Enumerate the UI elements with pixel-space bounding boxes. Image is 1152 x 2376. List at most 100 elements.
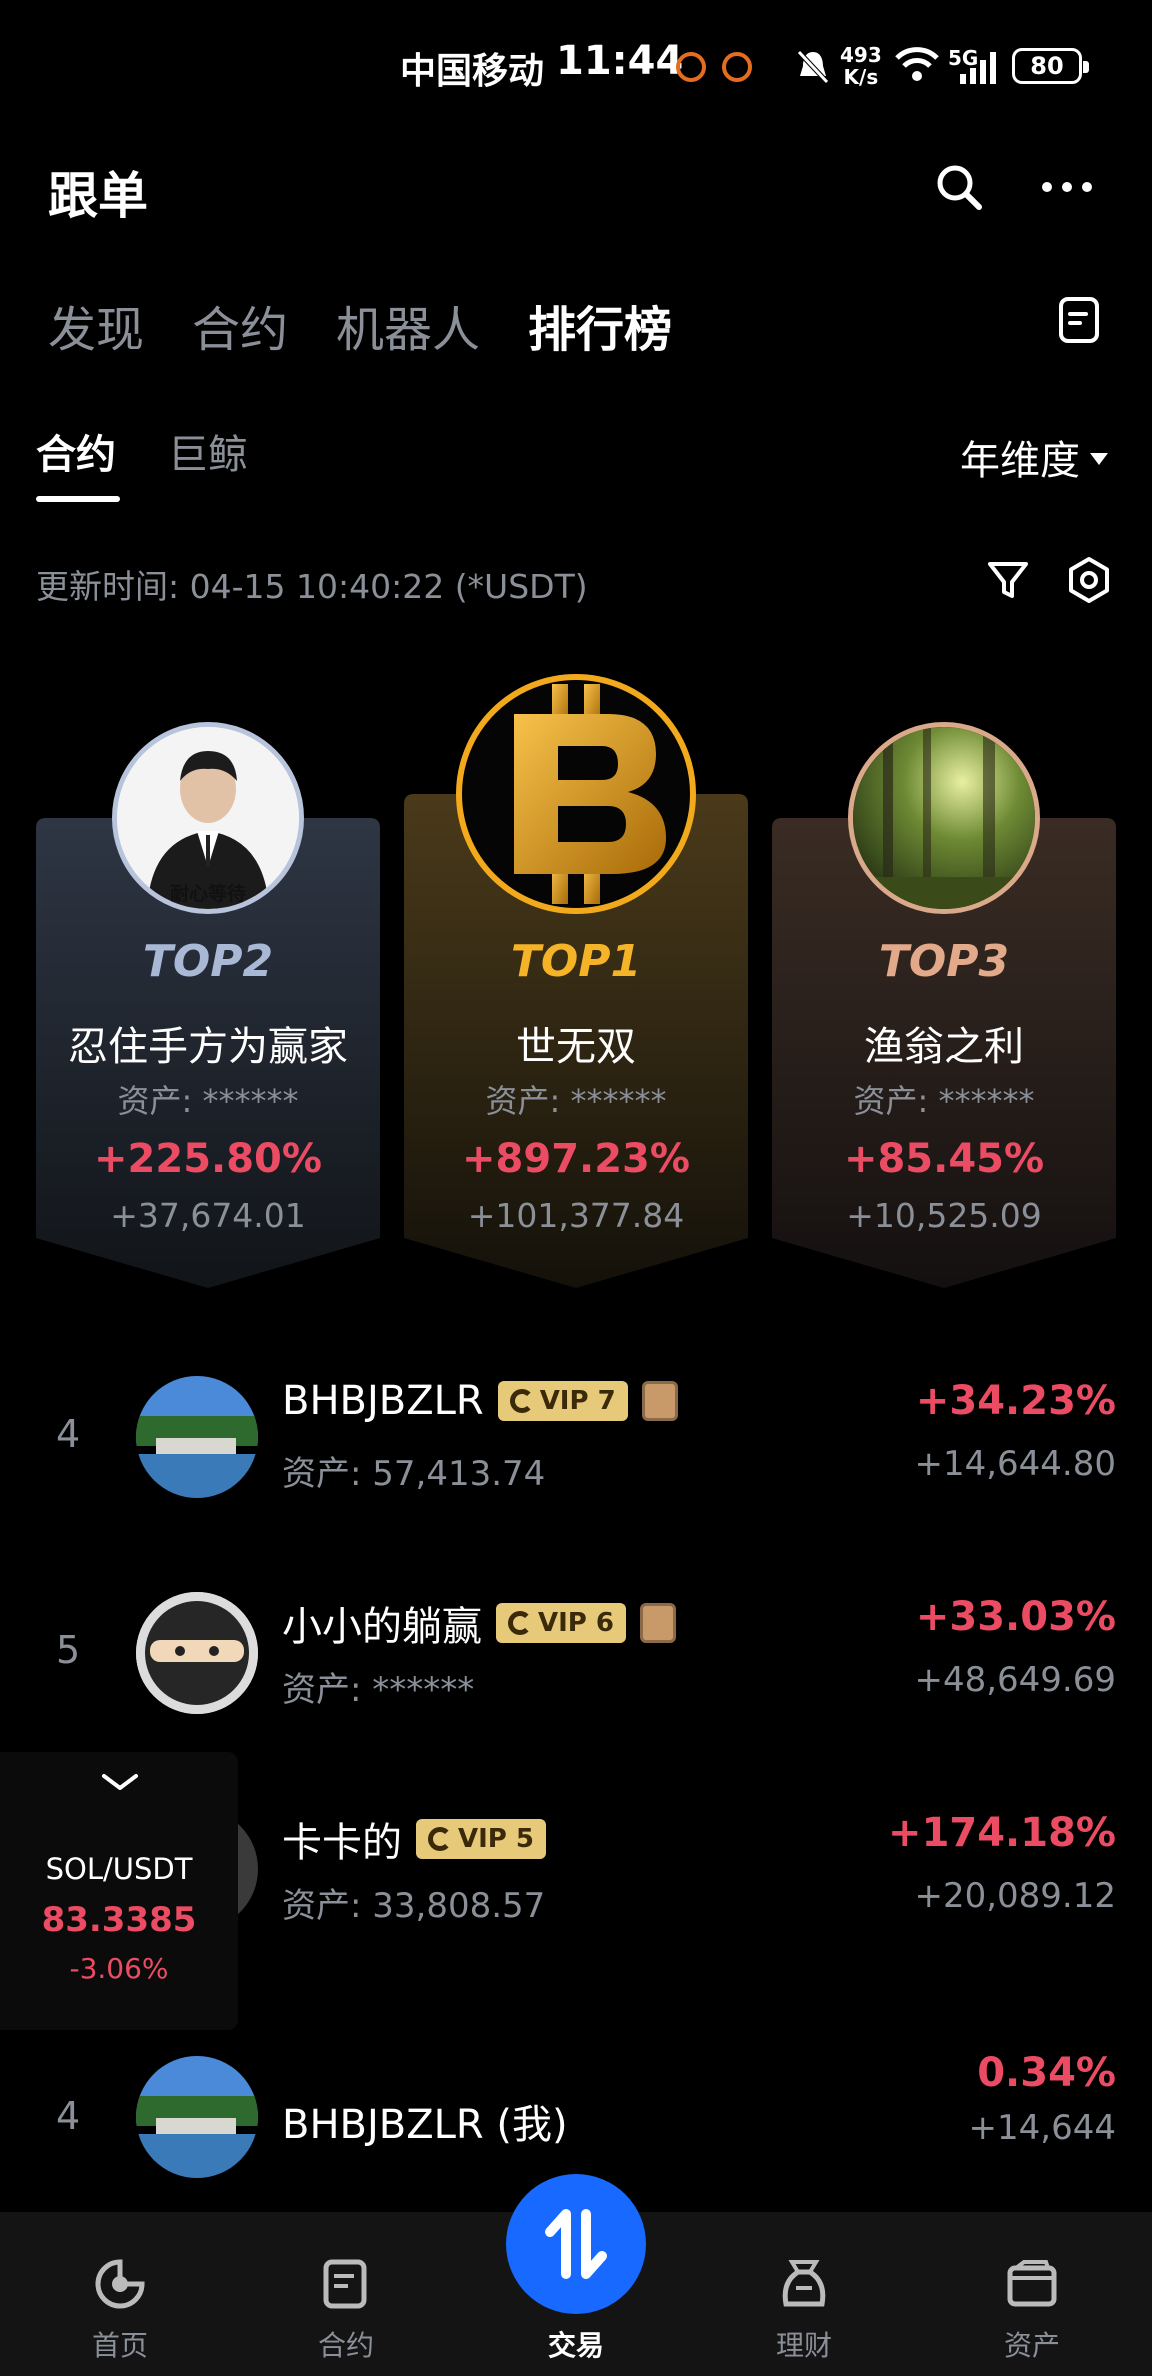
profit-percent: +85.45% (843, 1136, 1045, 1182)
avatar (136, 2056, 258, 2178)
trader-asset: 资产: 33,808.57 (282, 1886, 546, 1926)
profit-amount: +37,674.01 (110, 1196, 306, 1235)
profit-amount: +14,644 (968, 2108, 1116, 2148)
trader-name-line: BHBJBZLR VIP 7 (282, 1378, 678, 1424)
avatar (136, 1592, 258, 1714)
update-time: 更新时间: 04-15 10:40:22 (*USDT) (36, 567, 588, 606)
trader-name: 忍住手方为赢家 (68, 1024, 348, 1070)
ticker-change: -3.06% (69, 1952, 169, 1985)
profit-percent: +897.23% (462, 1136, 690, 1182)
forest-avatar-image (853, 727, 1035, 909)
nav-assets[interactable]: 资产 (932, 2212, 1132, 2376)
subtab-whale[interactable]: 巨鲸 (168, 422, 248, 480)
notification-icon (676, 52, 706, 82)
trader-name: BHBJBZLR (我) (282, 2102, 568, 2148)
nav-label: 交易 (547, 2329, 604, 2362)
leaderboard-row[interactable]: 4 BHBJBZLR VIP 7 资产: 57,413.74 +34.23% +… (0, 1360, 1152, 1520)
profit-amount: +10,525.09 (846, 1196, 1042, 1235)
vip-icon (508, 1611, 532, 1635)
trader-name: 卡卡的 (282, 1820, 402, 1866)
avatar[interactable] (848, 722, 1040, 914)
avatar (136, 1376, 258, 1498)
nav-label: 合约 (317, 2329, 374, 2362)
profit-amount: +14,644.80 (914, 1444, 1116, 1484)
ninja-avatar-image (136, 1592, 258, 1714)
avatar[interactable]: 耐心等待 (112, 722, 304, 914)
home-icon (95, 2259, 145, 2309)
carrier-name: 中国移动 (400, 51, 545, 92)
wallet-icon (1007, 2260, 1057, 2307)
nav-label: 资产 (1003, 2329, 1060, 2362)
vip-icon (509, 1389, 534, 1413)
page-title: 跟单 (48, 167, 148, 225)
caret-down-icon (1090, 453, 1108, 465)
trader-name-line: 小小的躺赢 VIP 6 (282, 1594, 676, 1652)
more-icon[interactable] (1040, 170, 1094, 204)
profit-percent: 0.34% (977, 2050, 1116, 2096)
settings-icon[interactable] (1066, 556, 1112, 604)
wealth-icon (782, 2260, 826, 2307)
tab-leaderboard[interactable]: 排行榜 (528, 290, 672, 360)
medal-icon (640, 1603, 676, 1643)
trader-asset: 资产: ****** (485, 1082, 667, 1120)
document-icon[interactable] (1058, 296, 1100, 344)
main-tabs: 发现 合约 机器人 排行榜 (48, 290, 672, 360)
profit-amount: +101,377.84 (467, 1196, 685, 1235)
sub-tabs: 合约 巨鲸 (36, 422, 248, 480)
rank-number: 4 (56, 1412, 81, 1456)
ticker-pair: SOL/USDT (45, 1852, 193, 1886)
clock: 11:44 (556, 38, 684, 84)
notification-icon (722, 52, 752, 82)
trader-name-line: 卡卡的 VIP 5 (282, 1810, 546, 1868)
battery-icon: 80 (1012, 48, 1089, 84)
avatar-caption: 耐心等待 (169, 883, 246, 905)
filter-icon[interactable] (986, 558, 1030, 602)
nav-wealth[interactable]: 理财 (704, 2212, 904, 2376)
ticker-price: 83.3385 (41, 1900, 197, 1940)
net-speed: 493 K/s (840, 43, 882, 89)
rank-label: TOP2 (142, 936, 274, 987)
vip-badge: VIP 6 (496, 1603, 626, 1643)
contract-icon (323, 2259, 367, 2309)
period-selector[interactable]: 年维度 (960, 428, 1108, 486)
avatar[interactable] (456, 674, 696, 914)
profit-percent: +34.23% (915, 1378, 1116, 1424)
search-icon[interactable] (934, 162, 984, 212)
bitcoin-avatar-image (514, 684, 666, 904)
profit-amount: +20,089.12 (914, 1876, 1116, 1916)
tab-contract[interactable]: 合约 (192, 290, 288, 360)
profit-percent: +174.18% (888, 1810, 1116, 1856)
trader-asset: 资产: 57,413.74 (282, 1454, 546, 1494)
trade-button[interactable] (506, 2174, 646, 2314)
profit-percent: +33.03% (915, 1594, 1116, 1640)
period-label: 年维度 (960, 438, 1080, 484)
rank-number: 4 (56, 2094, 81, 2138)
wifi-icon (895, 47, 939, 81)
signal-icon (960, 52, 996, 84)
mute-bell-icon (797, 50, 829, 84)
floating-ticker[interactable]: SOL/USDT 83.3385 -3.06% (0, 1752, 238, 2030)
subtab-contract[interactable]: 合约 (36, 422, 116, 480)
trader-name: BHBJBZLR (282, 1378, 484, 1424)
vip-badge: VIP 7 (497, 1381, 628, 1421)
nav-label: 理财 (775, 2329, 832, 2362)
rank-number: 5 (56, 1628, 81, 1672)
vip-icon (428, 1827, 452, 1851)
nav-contract[interactable]: 合约 (246, 2212, 446, 2376)
landscape-avatar-image (136, 2056, 258, 2178)
tab-discover[interactable]: 发现 (48, 290, 144, 360)
trader-asset: 资产: ****** (282, 1670, 475, 1710)
nav-label: 首页 (91, 2329, 148, 2362)
profit-percent: +225.80% (94, 1136, 322, 1182)
trade-icon (545, 2209, 607, 2279)
trader-name: 渔翁之利 (864, 1024, 1024, 1070)
vip-badge: VIP 5 (416, 1819, 546, 1859)
trader-name: 世无双 (516, 1024, 636, 1070)
tab-robot[interactable]: 机器人 (336, 290, 480, 360)
trader-asset: 资产: ****** (117, 1082, 299, 1120)
medal-icon (641, 1381, 678, 1421)
nav-home[interactable]: 首页 (20, 2212, 220, 2376)
leaderboard-row[interactable]: 5 小小的躺赢 VIP 6 资产: ****** +33.03% +48,649… (0, 1576, 1152, 1736)
rank-label: TOP3 (878, 936, 1010, 987)
chevron-down-icon[interactable] (100, 1770, 140, 1794)
